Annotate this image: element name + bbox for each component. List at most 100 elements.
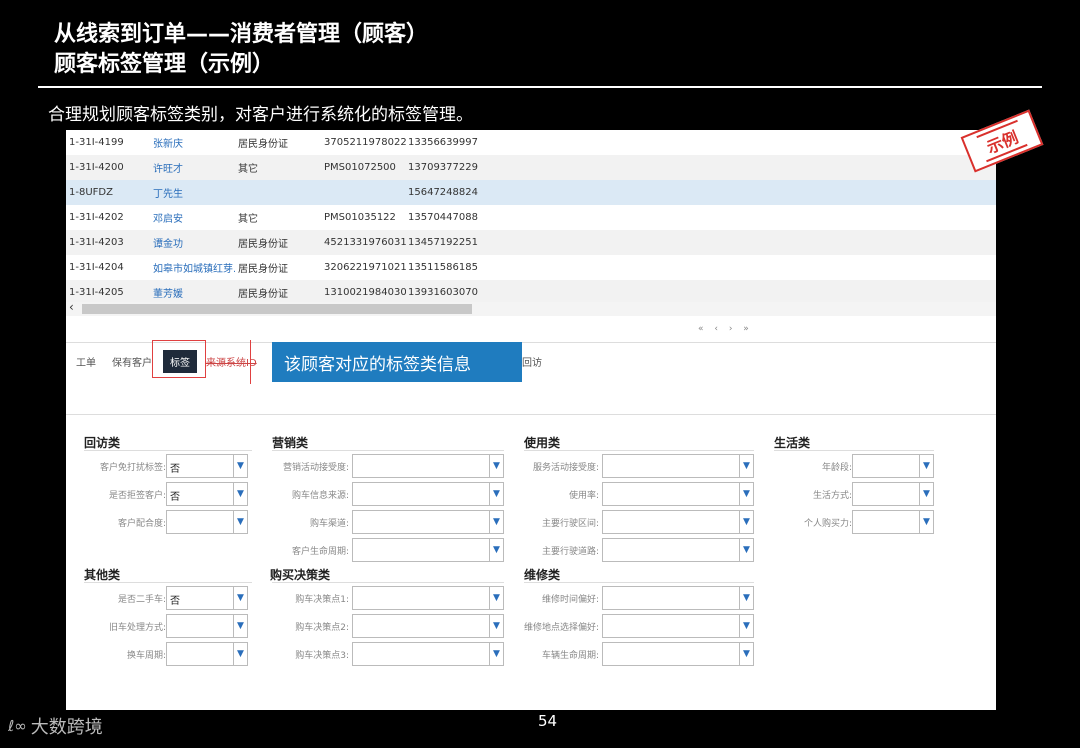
field-purchasing-power: 个人购买力: ▼ [694,510,934,534]
chevron-down-icon[interactable]: ▼ [739,587,753,609]
brand-logo: ℓ∞ 大数跨境 [8,713,103,739]
field-value: 否 [170,596,180,607]
field-label: 个人购买力: [803,519,852,529]
chevron-down-icon[interactable]: ▼ [233,615,247,637]
field-label: 使用率: [568,491,599,501]
row-id: 1-31I-4199 [69,137,124,148]
horizontal-scrollbar[interactable]: ‹ [66,300,996,316]
replacement-cycle-select[interactable]: ▼ [166,642,248,666]
chevron-down-icon[interactable]: ▼ [739,615,753,637]
row-name-link[interactable]: 张新庆 [153,135,235,150]
info-source-select[interactable]: ▼ [352,482,504,506]
divider [272,582,504,583]
chevron-down-icon[interactable]: ▼ [919,511,933,533]
field-used-car: 是否二手车: 否 ▼ [66,586,248,610]
chevron-down-icon[interactable]: ▼ [489,643,503,665]
tab-work-order[interactable]: 工单 [76,354,96,369]
used-car-select[interactable]: 否 ▼ [166,586,248,610]
field-decision-3: 购车决策点3: ▼ [272,642,504,666]
chevron-down-icon[interactable]: ▼ [489,455,503,477]
field-repair-time: 维修时间偏好: ▼ [522,586,754,610]
slide-title-line2: 顾客标签管理（示例） [54,52,275,77]
divider [524,450,754,451]
age-group-select[interactable]: ▼ [852,454,934,478]
row-id: 1-31I-4204 [69,262,124,273]
field-purchase-channel: 购车渠道: ▼ [272,510,504,534]
chevron-down-icon[interactable]: ▼ [233,643,247,665]
chevron-down-icon[interactable]: ▼ [489,511,503,533]
row-name-link[interactable]: 董芳媛 [153,285,235,300]
chevron-down-icon[interactable]: ▼ [919,483,933,505]
chevron-down-icon[interactable]: ▼ [919,455,933,477]
row-name-link[interactable]: 谭金功 [153,235,235,250]
marketing-acceptance-select[interactable]: ▼ [352,454,504,478]
tab-owned-customer[interactable]: 保有客户 [112,354,152,369]
logo-text: 大数跨境 [30,717,103,738]
vehicle-lifecycle-select[interactable]: ▼ [602,642,754,666]
field-label: 车辆生命周期: [541,651,599,661]
table-row[interactable]: 1-31I-4202 邓启安 其它 PMS01035122 1357044708… [66,205,996,230]
row-id-type: 居民身份证 [238,289,288,300]
table-row[interactable]: 1-31I-4200 许旺才 其它 PMS01072500 1370937722… [66,155,996,180]
field-refuse-sign: 是否拒签客户: 否 ▼ [66,482,248,506]
old-car-disposal-select[interactable]: ▼ [166,614,248,638]
decision-3-select[interactable]: ▼ [352,642,504,666]
chevron-down-icon[interactable]: ▼ [739,643,753,665]
scroll-left-icon[interactable]: ‹ [69,300,74,314]
group-title-huifang: 回访类 [84,436,121,450]
refuse-sign-select[interactable]: 否 ▼ [166,482,248,506]
chevron-down-icon[interactable]: ▼ [489,615,503,637]
decision-2-select[interactable]: ▼ [352,614,504,638]
chevron-down-icon[interactable]: ▼ [489,483,503,505]
chevron-down-icon[interactable]: ▼ [233,483,247,505]
row-name-link[interactable]: 丁先生 [153,185,235,200]
divider [84,582,252,583]
divider [272,450,504,451]
title-divider [38,86,1042,88]
chevron-down-icon[interactable]: ▼ [233,455,247,477]
chevron-down-icon[interactable]: ▼ [489,587,503,609]
group-title-weixiu: 维修类 [524,568,561,582]
decision-1-select[interactable]: ▼ [352,586,504,610]
field-label: 换车周期: [126,651,166,661]
row-phone: 13570447088 [408,212,478,223]
table-row[interactable]: 1-31I-4199 张新庆 居民身份证 370521197802251... … [66,130,996,155]
row-name-link[interactable]: 许旺才 [153,160,235,175]
field-label: 营销活动接受度: [282,463,349,473]
field-info-source: 购车信息来源: ▼ [272,482,504,506]
table-row[interactable]: 1-31I-4203 谭金功 居民身份证 452133197603180... … [66,230,996,255]
repair-location-select[interactable]: ▼ [602,614,754,638]
row-name-link[interactable]: 如皋市如城镇红芽... [153,260,235,275]
chevron-down-icon[interactable]: ▼ [489,539,503,561]
field-marketing-acceptance: 营销活动接受度: ▼ [272,454,504,478]
row-name-link[interactable]: 邓启安 [153,210,235,225]
driving-road-select[interactable]: ▼ [602,538,754,562]
purchasing-power-select[interactable]: ▼ [852,510,934,534]
field-label: 主要行驶道路: [541,547,599,557]
field-age-group: 年龄段: ▼ [694,454,934,478]
chevron-down-icon[interactable]: ▼ [739,539,753,561]
pager-controls[interactable]: « ‹ › » [698,324,753,334]
table-row[interactable]: 1-31I-4204 如皋市如城镇红芽... 居民身份证 32062219710… [66,255,996,280]
crm-screenshot: 1-31I-4199 张新庆 居民身份证 370521197802251... … [66,130,996,710]
row-phone: 13931603070 [408,287,478,298]
repair-time-select[interactable]: ▼ [602,586,754,610]
chevron-down-icon[interactable]: ▼ [233,511,247,533]
field-value: 否 [170,464,180,475]
row-phone: 13709377229 [408,162,478,173]
lifestyle-select[interactable]: ▼ [852,482,934,506]
cooperation-select[interactable]: ▼ [166,510,248,534]
row-id: 1-31I-4200 [69,162,124,173]
scrollbar-thumb[interactable] [82,304,472,314]
customer-lifecycle-select[interactable]: ▼ [352,538,504,562]
field-label: 客户配合度: [117,519,166,529]
chevron-down-icon[interactable]: ▼ [233,587,247,609]
callout-label: 该顾客对应的标签类信息 [272,342,522,382]
no-disturb-select[interactable]: 否 ▼ [166,454,248,478]
field-label: 购车信息来源: [291,491,349,501]
table-row-selected[interactable]: 1-8UFDZ 丁先生 15647248824 [66,180,996,205]
field-label: 购车决策点3: [295,651,349,661]
row-doc-number: 131002198403073... [324,287,406,298]
purchase-channel-select[interactable]: ▼ [352,510,504,534]
tab-return-visit[interactable]: 回访 [522,354,542,369]
